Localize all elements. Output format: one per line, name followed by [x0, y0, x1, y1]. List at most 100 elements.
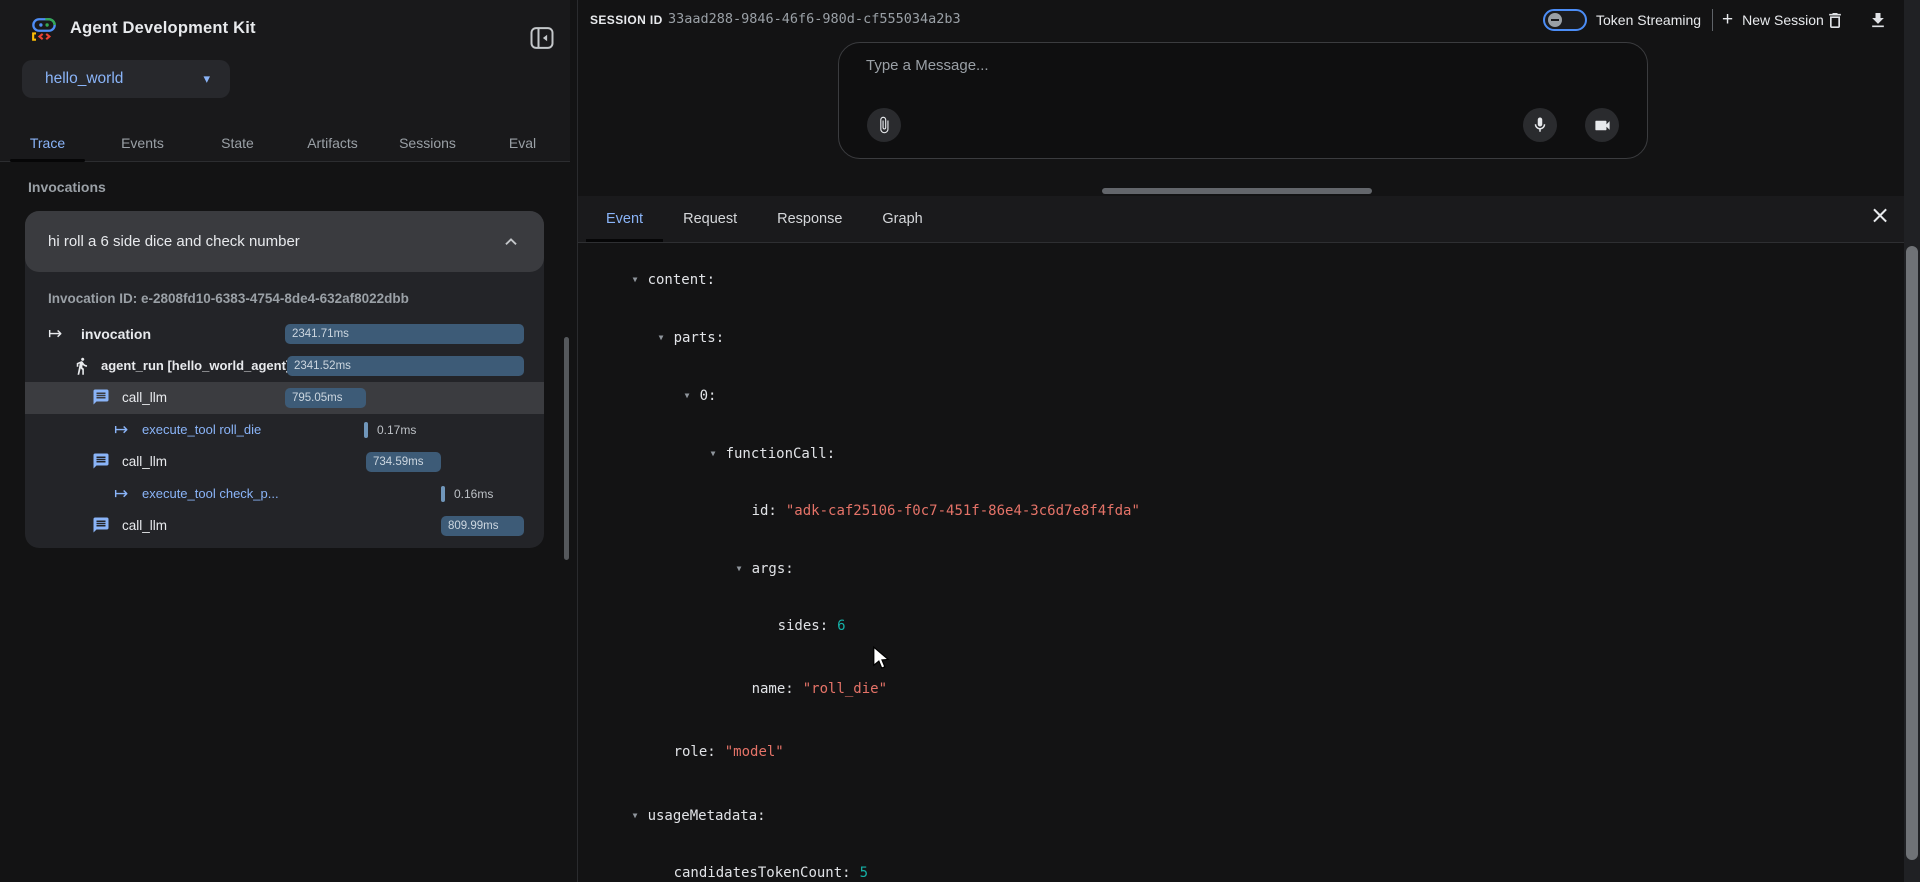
- maps-to-icon: ↦: [114, 420, 128, 440]
- left-tab[interactable]: Events: [95, 128, 190, 162]
- json-line: ▼usageMetadata:: [578, 787, 1904, 845]
- invocation-header[interactable]: hi roll a 6 side dice and check number: [25, 211, 544, 272]
- collapse-arrow-icon[interactable]: ▼: [711, 444, 726, 463]
- json-key: args:: [752, 561, 794, 577]
- left-tab[interactable]: Trace: [0, 128, 95, 162]
- session-id-value: 33aad288-9846-46f6-980d-cf555034a2b3: [668, 11, 961, 27]
- collapse-panel-icon[interactable]: [528, 24, 556, 52]
- json-line: ▼name:"roll_die": [578, 661, 1904, 718]
- invocation-question: hi roll a 6 side dice and check number: [48, 233, 500, 250]
- collapse-arrow-icon[interactable]: ▼: [685, 386, 700, 405]
- duration-bar: 734.59ms: [366, 452, 441, 472]
- attach-file-button[interactable]: [867, 108, 901, 142]
- json-key: id:: [752, 503, 777, 519]
- collapse-arrow-icon[interactable]: ▼: [633, 806, 648, 825]
- plus-icon: +: [1722, 9, 1733, 31]
- duration-bar: 809.99ms: [441, 516, 524, 536]
- chevron-down-icon: ▾: [203, 71, 210, 87]
- left-tab[interactable]: Sessions: [380, 128, 475, 162]
- horizontal-scrollbar[interactable]: [1102, 188, 1372, 194]
- invocations-section-title: Invocations: [28, 179, 106, 195]
- invocation-card: hi roll a 6 side dice and check number I…: [25, 211, 544, 548]
- topbar-divider: [1712, 9, 1713, 31]
- json-line: ▼functionCall:: [578, 425, 1904, 483]
- json-line: ▼candidatesTokenCount:5: [578, 845, 1904, 882]
- toggle-knob: [1548, 13, 1562, 27]
- adk-logo-icon: [28, 13, 60, 45]
- json-line: ▼parts:: [578, 309, 1904, 367]
- duration-bar: 2341.71ms: [285, 324, 524, 344]
- token-streaming-label: Token Streaming: [1596, 12, 1701, 28]
- trace-row-call-llm-selected[interactable]: call_llm 795.05ms: [25, 382, 544, 414]
- trace-row-execute-tool[interactable]: ↦ execute_tool check_p... 0.16ms: [25, 478, 544, 510]
- maps-to-icon: ↦: [48, 324, 62, 344]
- right-scrollbar-thumb[interactable]: [1906, 246, 1918, 860]
- json-line: ▼0:: [578, 367, 1904, 425]
- duration-bar: 795.05ms: [285, 388, 366, 408]
- json-key: sides:: [778, 618, 829, 634]
- video-button[interactable]: [1585, 108, 1619, 142]
- app-title: Agent Development Kit: [70, 19, 256, 38]
- json-line: ▼role:"model": [578, 724, 1904, 781]
- detail-tab[interactable]: Response: [757, 196, 862, 242]
- json-line: ▼id:"adk-caf25106-f0c7-451f-86e4-3c6d7e8…: [578, 483, 1904, 540]
- json-key: functionCall:: [726, 446, 836, 462]
- app-select-dropdown[interactable]: hello_world ▾: [22, 60, 230, 98]
- duration-bar: 2341.52ms: [287, 356, 524, 376]
- detail-tab[interactable]: Event: [586, 196, 663, 242]
- chat-icon: [92, 388, 110, 406]
- json-key: parts:: [674, 330, 725, 346]
- download-session-button[interactable]: [1868, 10, 1888, 31]
- trace-row-call-llm[interactable]: call_llm 809.99ms: [25, 510, 544, 542]
- json-value: [715, 272, 724, 288]
- left-panel-scrollbar[interactable]: [564, 337, 569, 560]
- json-value: "adk-caf25106-f0c7-451f-86e4-3c6d7e8f4fd…: [777, 503, 1140, 519]
- chevron-up-icon: [500, 231, 522, 253]
- collapse-arrow-icon[interactable]: ▼: [737, 559, 752, 578]
- json-key: name:: [752, 681, 794, 697]
- event-json-tree: ▼content: ▼parts: ▼0: ▼functionCall: ▼id…: [578, 243, 1904, 882]
- chat-icon: [92, 452, 110, 470]
- json-value: [724, 330, 733, 346]
- microphone-button[interactable]: [1523, 108, 1557, 142]
- trace-span-list: ↦ invocation 2341.71ms agent_run [hello_…: [25, 318, 544, 542]
- app-select-value: hello_world: [45, 70, 123, 88]
- json-value: 5: [851, 865, 868, 881]
- trace-row-invocation[interactable]: ↦ invocation 2341.71ms: [25, 318, 544, 350]
- json-line: ▼args:: [578, 540, 1904, 598]
- collapse-arrow-icon[interactable]: ▼: [633, 270, 648, 289]
- trace-row-execute-tool[interactable]: ↦ execute_tool roll_die 0.17ms: [25, 414, 544, 446]
- trace-row-agent-run[interactable]: agent_run [hello_world_agent] 2341.52ms: [25, 350, 544, 382]
- left-tab[interactable]: State: [190, 128, 285, 162]
- json-key: 0:: [700, 388, 717, 404]
- json-key: role:: [674, 744, 716, 760]
- token-streaming-toggle[interactable]: [1543, 9, 1587, 31]
- delete-session-button[interactable]: [1825, 10, 1845, 31]
- json-value: [766, 808, 775, 824]
- collapse-arrow-icon[interactable]: ▼: [659, 328, 674, 347]
- json-key: usageMetadata:: [648, 808, 766, 824]
- json-key: content:: [648, 272, 715, 288]
- chat-icon: [92, 516, 110, 534]
- left-tab[interactable]: Eval: [475, 128, 570, 162]
- duration-bar: [364, 422, 368, 438]
- detail-tabbar: Event Request Response Graph: [578, 196, 1904, 243]
- left-tab[interactable]: Artifacts: [285, 128, 380, 162]
- json-line: ▼content:: [578, 251, 1904, 309]
- json-value: 6: [828, 618, 845, 634]
- json-value: [794, 561, 803, 577]
- left-panel: Agent Development Kit hello_world ▾ Trac…: [0, 0, 570, 882]
- new-session-button[interactable]: + New Session: [1722, 9, 1824, 31]
- message-input[interactable]: [866, 57, 1466, 74]
- json-value: [835, 446, 844, 462]
- trace-row-call-llm[interactable]: call_llm 734.59ms: [25, 446, 544, 478]
- json-line: ▼sides:6: [578, 598, 1904, 655]
- json-key: candidatesTokenCount:: [674, 865, 851, 881]
- json-value: [716, 388, 725, 404]
- json-value: "model": [716, 744, 784, 760]
- detail-tab[interactable]: Graph: [862, 196, 942, 242]
- detail-tab[interactable]: Request: [663, 196, 757, 242]
- invocation-id: Invocation ID: e-2808fd10-6383-4754-8de4…: [48, 291, 409, 306]
- close-icon[interactable]: ×: [1865, 201, 1895, 231]
- message-composer: [838, 42, 1648, 159]
